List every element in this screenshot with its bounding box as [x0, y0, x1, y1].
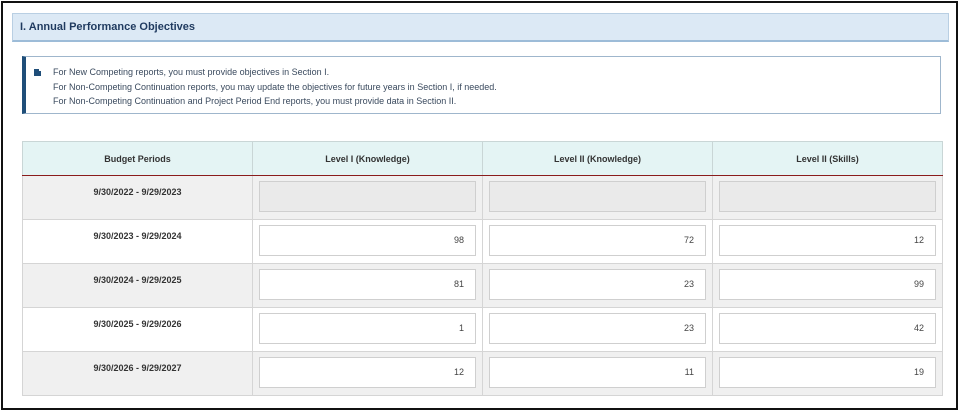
table-row: 9/30/2025 - 9/29/2026 1 23 42: [22, 307, 943, 352]
level-2-skills-input[interactable]: 19: [719, 357, 936, 388]
level-2-skills-input[interactable]: 99: [719, 269, 936, 300]
table-row: 9/30/2024 - 9/29/2025 81 23 99: [22, 263, 943, 308]
page-frame: I. Annual Performance Objectives For New…: [1, 1, 958, 410]
info-line-3: For Non-Competing Continuation and Proje…: [53, 96, 457, 106]
level-2-knowledge-input[interactable]: 23: [489, 269, 706, 300]
level-2-knowledge-input[interactable]: 23: [489, 313, 706, 344]
budget-period-cell: 9/30/2022 - 9/29/2023: [22, 175, 253, 220]
column-header-budget-periods: Budget Periods: [22, 141, 253, 176]
budget-period-cell: 9/30/2026 - 9/29/2027: [22, 351, 253, 396]
section-header: I. Annual Performance Objectives: [12, 13, 949, 42]
table-row: 9/30/2026 - 9/29/2027 12 11 19: [22, 351, 943, 396]
level-1-knowledge-input[interactable]: 98: [259, 225, 476, 256]
table-row: 9/30/2023 - 9/29/2024 98 72 12: [22, 219, 943, 264]
table-row: 9/30/2022 - 9/29/2023: [22, 175, 943, 220]
level-2-knowledge-input[interactable]: 72: [489, 225, 706, 256]
level-1-knowledge-input[interactable]: 12: [259, 357, 476, 388]
info-line-2: For Non-Competing Continuation reports, …: [53, 81, 497, 92]
info-notice: For New Competing reports, you must prov…: [22, 56, 941, 114]
note-icon: [34, 68, 42, 76]
info-line-1: For New Competing reports, you must prov…: [53, 67, 330, 77]
level-1-knowledge-input[interactable]: 81: [259, 269, 476, 300]
level-2-skills-input: [719, 181, 936, 212]
table-header-row: Budget Periods Level I (Knowledge) Level…: [22, 141, 943, 176]
budget-period-cell: 9/30/2023 - 9/29/2024: [22, 219, 253, 264]
level-2-knowledge-input[interactable]: 11: [489, 357, 706, 388]
objectives-table: Budget Periods Level I (Knowledge) Level…: [22, 141, 943, 396]
column-header-level-2-skills: Level II (Skills): [712, 141, 943, 176]
level-2-skills-input[interactable]: 12: [719, 225, 936, 256]
section-title: I. Annual Performance Objectives: [20, 21, 196, 33]
level-1-knowledge-input: [259, 181, 476, 212]
level-1-knowledge-input[interactable]: 1: [259, 313, 476, 344]
column-header-level-2-knowledge: Level II (Knowledge): [482, 141, 713, 176]
budget-period-cell: 9/30/2025 - 9/29/2026: [22, 307, 253, 352]
level-2-knowledge-input: [489, 181, 706, 212]
budget-period-cell: 9/30/2024 - 9/29/2025: [22, 263, 253, 308]
level-2-skills-input[interactable]: 42: [719, 313, 936, 344]
column-header-level-1-knowledge: Level I (Knowledge): [252, 141, 483, 176]
